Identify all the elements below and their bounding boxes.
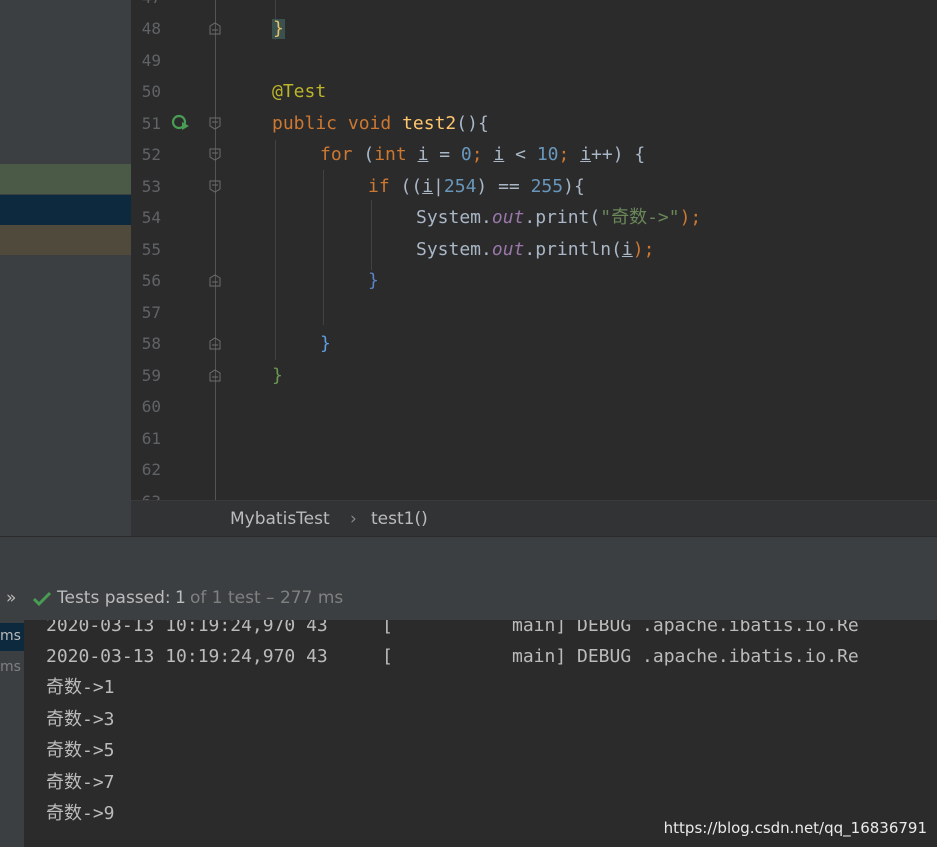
code-line-54: System.out.print("奇数->"); — [416, 207, 702, 228]
console-line: 2020-03-13 10:19:24,970 43 [ main] DEBUG… — [46, 646, 859, 667]
line-number: 63 — [131, 492, 161, 500]
console-line: 奇数->9 — [46, 803, 115, 824]
line-number: 52 — [141, 145, 161, 164]
line-number: 50 — [141, 82, 161, 101]
indent-guide — [323, 170, 324, 325]
line-number: 51 — [141, 114, 161, 133]
fold-start-icon[interactable] — [209, 117, 221, 130]
indent-guide — [371, 200, 372, 270]
line-number: 62 — [141, 460, 161, 479]
test-duration: ms — [0, 628, 21, 644]
breadcrumb-class[interactable]: MybatisTest — [230, 509, 330, 529]
indent-guide — [275, 140, 276, 360]
line-number: 59 — [141, 366, 161, 385]
console-line: 2020-03-13 10:19:24,970 43 [ main] DEBUG… — [46, 620, 859, 636]
test-status-bar: » Tests passed: 1 of 1 test – 277 ms — [0, 577, 937, 621]
code-line-55: System.out.println(i); — [416, 239, 655, 260]
tests-passed-detail: of 1 test – 277 ms — [190, 588, 344, 608]
fold-end-icon[interactable] — [209, 337, 221, 350]
check-icon — [32, 591, 52, 607]
line-number: 48 — [141, 19, 161, 38]
tree-highlight-row — [0, 225, 131, 255]
line-number: 49 — [141, 51, 161, 70]
console-output[interactable]: 2020-03-13 10:19:24,970 43 [ main] DEBUG… — [24, 620, 937, 847]
code-editor[interactable]: 47 48 49 50 51 52 53 54 55 56 57 58 59 6… — [131, 0, 937, 500]
line-number: 56 — [141, 271, 161, 290]
line-number: 55 — [141, 240, 161, 259]
breadcrumb-method[interactable]: test1() — [371, 509, 428, 529]
gutter-divider — [215, 0, 216, 500]
console-line: 奇数->3 — [46, 709, 115, 730]
code-line-59: } — [272, 365, 283, 386]
line-number: 58 — [141, 334, 161, 353]
fold-start-icon[interactable] — [209, 148, 221, 161]
test-tree-edge: ms ms — [0, 620, 24, 847]
line-number: 47 — [131, 0, 161, 8]
console-line: 奇数->1 — [46, 677, 115, 698]
project-tree-edge — [0, 0, 131, 536]
code-line-50: @Test — [272, 81, 327, 102]
tree-selected-row[interactable] — [0, 195, 131, 225]
tests-passed-count: 1 — [175, 588, 186, 608]
run-test-icon[interactable] — [171, 113, 191, 133]
fold-end-icon[interactable] — [209, 369, 221, 382]
line-number: 57 — [141, 303, 161, 322]
fold-start-icon[interactable] — [209, 180, 221, 193]
tree-highlight-row — [0, 164, 131, 194]
console-line: 奇数->5 — [46, 740, 115, 761]
watermark: https://blog.csdn.net/qq_16836791 — [663, 819, 927, 837]
code-line-48: } — [272, 18, 285, 39]
tests-passed-label: Tests passed: — [57, 588, 171, 608]
code-line-51: public void test2(){ — [272, 113, 489, 134]
code-line-56: } — [368, 270, 379, 291]
breadcrumb-separator: › — [350, 509, 357, 529]
code-line-53: if ((i|254) == 255){ — [368, 176, 585, 197]
code-line-52: for (int i = 0; i < 10; i++) { — [320, 144, 646, 165]
fold-end-icon[interactable] — [209, 274, 221, 287]
panel-divider — [0, 536, 937, 577]
console-line: 奇数->7 — [46, 772, 115, 793]
code-line-58: } — [320, 333, 331, 354]
breadcrumb: MybatisTest › test1() — [131, 500, 937, 537]
test-duration: ms — [0, 659, 21, 675]
line-number: 54 — [141, 208, 161, 227]
line-number: 60 — [141, 397, 161, 416]
expand-chevron-icon[interactable]: » — [6, 588, 16, 608]
line-number: 53 — [141, 177, 161, 196]
fold-end-icon[interactable] — [209, 22, 221, 35]
line-number: 61 — [141, 429, 161, 448]
